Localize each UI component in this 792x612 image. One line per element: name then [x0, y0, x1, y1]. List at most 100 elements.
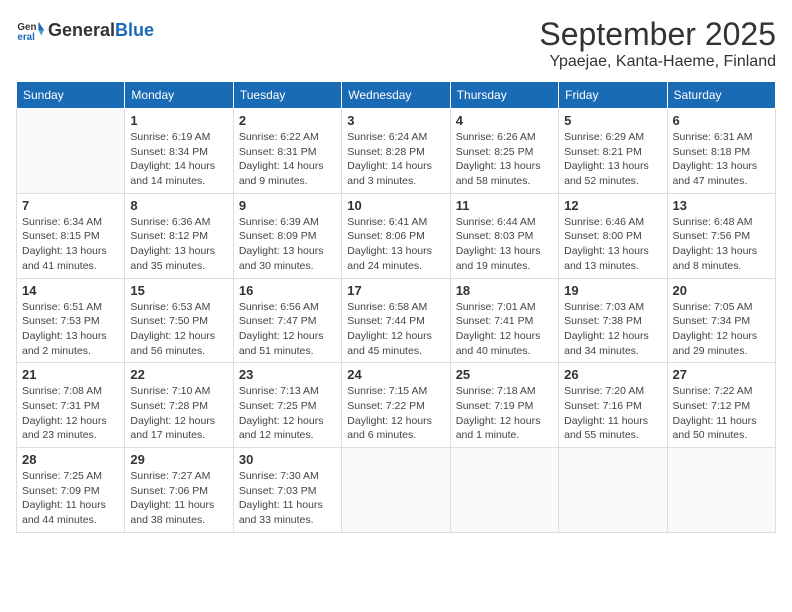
calendar-cell: [17, 109, 125, 194]
calendar-cell: 9 Sunrise: 6:39 AMSunset: 8:09 PMDaylight…: [233, 193, 341, 278]
day-info: Sunrise: 6:31 AMSunset: 8:18 PMDaylight:…: [673, 130, 770, 189]
day-info: Sunrise: 7:10 AMSunset: 7:28 PMDaylight:…: [130, 384, 227, 443]
calendar-cell: [559, 448, 667, 533]
day-number: 7: [22, 198, 119, 213]
day-header-thursday: Thursday: [450, 82, 558, 109]
day-info: Sunrise: 6:48 AMSunset: 7:56 PMDaylight:…: [673, 215, 770, 274]
day-info: Sunrise: 6:19 AMSunset: 8:34 PMDaylight:…: [130, 130, 227, 189]
day-info: Sunrise: 6:51 AMSunset: 7:53 PMDaylight:…: [22, 300, 119, 359]
day-number: 10: [347, 198, 444, 213]
day-number: 2: [239, 113, 336, 128]
day-number: 18: [456, 283, 553, 298]
day-info: Sunrise: 6:41 AMSunset: 8:06 PMDaylight:…: [347, 215, 444, 274]
day-header-saturday: Saturday: [667, 82, 775, 109]
title-area: September 2025 Ypaejae, Kanta-Haeme, Fin…: [539, 16, 776, 71]
day-number: 3: [347, 113, 444, 128]
day-number: 25: [456, 367, 553, 382]
day-number: 9: [239, 198, 336, 213]
calendar-cell: 20 Sunrise: 7:05 AMSunset: 7:34 PMDayligh…: [667, 278, 775, 363]
calendar-cell: 18Sunrise: 7:01 AMSunset: 7:41 PMDayligh…: [450, 278, 558, 363]
day-number: 16: [239, 283, 336, 298]
month-title: September 2025: [539, 16, 776, 53]
calendar-cell: 8 Sunrise: 6:36 AMSunset: 8:12 PMDaylight…: [125, 193, 233, 278]
day-info: Sunrise: 6:24 AMSunset: 8:28 PMDaylight:…: [347, 130, 444, 189]
day-info: Sunrise: 6:34 AMSunset: 8:15 PMDaylight:…: [22, 215, 119, 274]
calendar-cell: 19 Sunrise: 7:03 AMSunset: 7:38 PMDayligh…: [559, 278, 667, 363]
calendar-cell: 24 Sunrise: 7:15 AMSunset: 7:22 PMDayligh…: [342, 363, 450, 448]
day-info: Sunrise: 7:03 AMSunset: 7:38 PMDaylight:…: [564, 300, 661, 359]
day-info: Sunrise: 6:22 AMSunset: 8:31 PMDaylight:…: [239, 130, 336, 189]
calendar-cell: 13 Sunrise: 6:48 AMSunset: 7:56 PMDayligh…: [667, 193, 775, 278]
calendar-cell: 4 Sunrise: 6:26 AMSunset: 8:25 PMDaylight…: [450, 109, 558, 194]
calendar-cell: 15 Sunrise: 6:53 AMSunset: 7:50 PMDayligh…: [125, 278, 233, 363]
calendar-cell: 1 Sunrise: 6:19 AMSunset: 8:34 PMDaylight…: [125, 109, 233, 194]
day-number: 22: [130, 367, 227, 382]
day-number: 19: [564, 283, 661, 298]
calendar-cell: 25 Sunrise: 7:18 AMSunset: 7:19 PMDayligh…: [450, 363, 558, 448]
day-number: 21: [22, 367, 119, 382]
logo-general-text: GeneralBlue: [48, 20, 154, 41]
day-number: 24: [347, 367, 444, 382]
day-number: 28: [22, 452, 119, 467]
calendar-table: SundayMondayTuesdayWednesdayThursdayFrid…: [16, 81, 776, 533]
logo-icon: Gen eral: [16, 16, 44, 44]
day-info: Sunrise: 6:56 AMSunset: 7:47 PMDaylight:…: [239, 300, 336, 359]
day-number: 4: [456, 113, 553, 128]
day-number: 5: [564, 113, 661, 128]
location-title: Ypaejae, Kanta-Haeme, Finland: [539, 53, 776, 71]
calendar-cell: 26Sunrise: 7:20 AMSunset: 7:16 PMDayligh…: [559, 363, 667, 448]
day-number: 15: [130, 283, 227, 298]
calendar-cell: [450, 448, 558, 533]
day-header-monday: Monday: [125, 82, 233, 109]
calendar-cell: 14 Sunrise: 6:51 AMSunset: 7:53 PMDayligh…: [17, 278, 125, 363]
day-info: Sunrise: 6:26 AMSunset: 8:25 PMDaylight:…: [456, 130, 553, 189]
day-info: Sunrise: 6:44 AMSunset: 8:03 PMDaylight:…: [456, 215, 553, 274]
calendar-cell: 3 Sunrise: 6:24 AMSunset: 8:28 PMDaylight…: [342, 109, 450, 194]
svg-text:eral: eral: [17, 32, 35, 43]
day-info: Sunrise: 6:36 AMSunset: 8:12 PMDaylight:…: [130, 215, 227, 274]
day-info: Sunrise: 6:53 AMSunset: 7:50 PMDaylight:…: [130, 300, 227, 359]
day-info: Sunrise: 6:39 AMSunset: 8:09 PMDaylight:…: [239, 215, 336, 274]
day-header-wednesday: Wednesday: [342, 82, 450, 109]
calendar-cell: 6 Sunrise: 6:31 AMSunset: 8:18 PMDaylight…: [667, 109, 775, 194]
day-number: 13: [673, 198, 770, 213]
day-number: 14: [22, 283, 119, 298]
day-number: 11: [456, 198, 553, 213]
day-info: Sunrise: 6:29 AMSunset: 8:21 PMDaylight:…: [564, 130, 661, 189]
day-number: 6: [673, 113, 770, 128]
calendar-cell: 11 Sunrise: 6:44 AMSunset: 8:03 PMDayligh…: [450, 193, 558, 278]
calendar-cell: 21Sunrise: 7:08 AMSunset: 7:31 PMDayligh…: [17, 363, 125, 448]
day-info: Sunrise: 7:15 AMSunset: 7:22 PMDaylight:…: [347, 384, 444, 443]
day-number: 12: [564, 198, 661, 213]
day-number: 27: [673, 367, 770, 382]
calendar-cell: 30 Sunrise: 7:30 AMSunset: 7:03 PMDayligh…: [233, 448, 341, 533]
day-info: Sunrise: 7:22 AMSunset: 7:12 PMDaylight:…: [673, 384, 770, 443]
day-info: Sunrise: 6:46 AMSunset: 8:00 PMDaylight:…: [564, 215, 661, 274]
day-header-sunday: Sunday: [17, 82, 125, 109]
calendar-cell: [342, 448, 450, 533]
calendar-cell: 2 Sunrise: 6:22 AMSunset: 8:31 PMDaylight…: [233, 109, 341, 194]
calendar-cell: 27 Sunrise: 7:22 AMSunset: 7:12 PMDayligh…: [667, 363, 775, 448]
day-number: 1: [130, 113, 227, 128]
calendar-cell: 28Sunrise: 7:25 AMSunset: 7:09 PMDayligh…: [17, 448, 125, 533]
day-info: Sunrise: 7:18 AMSunset: 7:19 PMDaylight:…: [456, 384, 553, 443]
calendar-cell: 12 Sunrise: 6:46 AMSunset: 8:00 PMDayligh…: [559, 193, 667, 278]
calendar-cell: 22 Sunrise: 7:10 AMSunset: 7:28 PMDayligh…: [125, 363, 233, 448]
day-info: Sunrise: 7:30 AMSunset: 7:03 PMDaylight:…: [239, 469, 336, 528]
calendar-cell: 29 Sunrise: 7:27 AMSunset: 7:06 PMDayligh…: [125, 448, 233, 533]
calendar-cell: 5 Sunrise: 6:29 AMSunset: 8:21 PMDaylight…: [559, 109, 667, 194]
day-number: 26: [564, 367, 661, 382]
day-number: 17: [347, 283, 444, 298]
day-number: 30: [239, 452, 336, 467]
day-info: Sunrise: 7:27 AMSunset: 7:06 PMDaylight:…: [130, 469, 227, 528]
day-number: 29: [130, 452, 227, 467]
day-info: Sunrise: 7:05 AMSunset: 7:34 PMDaylight:…: [673, 300, 770, 359]
calendar-cell: 23Sunrise: 7:13 AMSunset: 7:25 PMDayligh…: [233, 363, 341, 448]
logo: Gen eral GeneralBlue: [16, 16, 154, 44]
calendar-cell: 7 Sunrise: 6:34 AMSunset: 8:15 PMDaylight…: [17, 193, 125, 278]
calendar-cell: 17 Sunrise: 6:58 AMSunset: 7:44 PMDayligh…: [342, 278, 450, 363]
day-number: 20: [673, 283, 770, 298]
day-info: Sunrise: 7:13 AMSunset: 7:25 PMDaylight:…: [239, 384, 336, 443]
day-number: 8: [130, 198, 227, 213]
day-info: Sunrise: 6:58 AMSunset: 7:44 PMDaylight:…: [347, 300, 444, 359]
